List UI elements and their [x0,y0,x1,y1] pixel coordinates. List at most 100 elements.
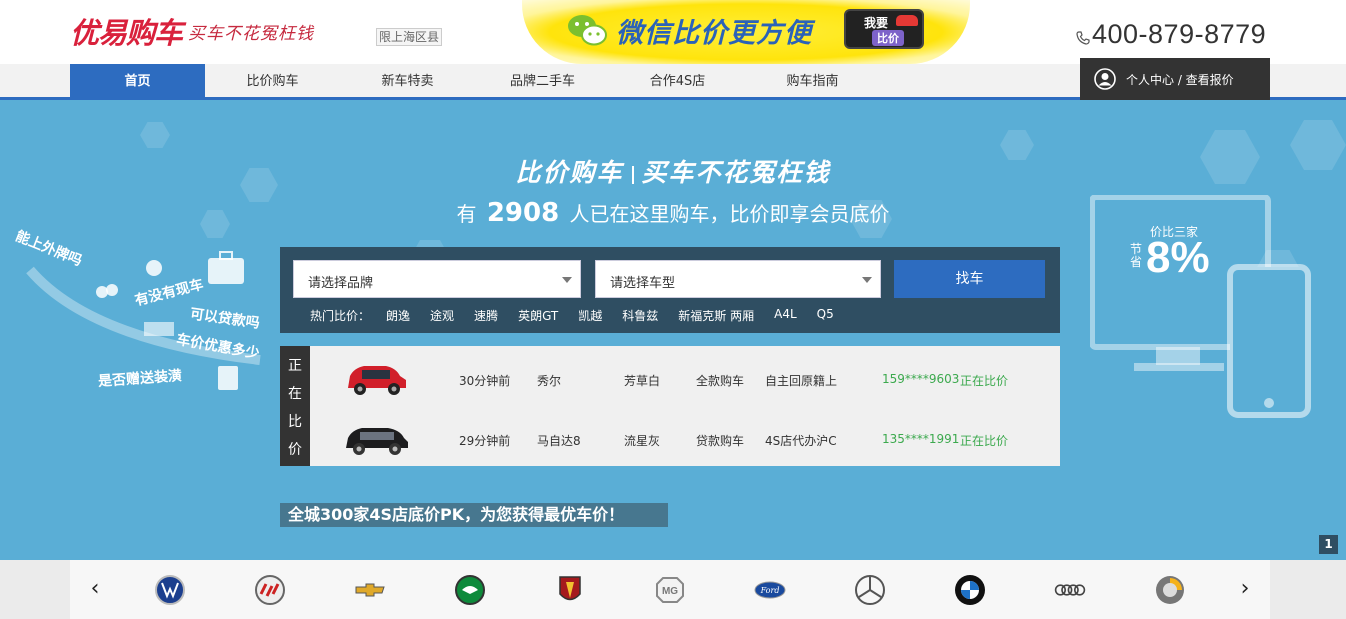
ticker-char: 在 [288,386,302,402]
slide-indicator[interactable]: 1 [1319,535,1338,554]
chevron-down-icon [862,277,872,283]
ticker-model: 马自达8 [537,434,581,448]
ticker-time: 30分钟前 [459,374,511,388]
ticker-color: 流星灰 [624,434,661,448]
monitor-percent: 8% [1146,233,1210,282]
user-icon [1094,68,1116,90]
nav-item-used-car[interactable]: 品牌二手车 [475,64,610,97]
chevron-down-icon [562,277,572,283]
user-center-label: 个人中心 / 查看报价 [1126,72,1234,87]
site-logo[interactable]: 优易购车 买车不花冤枉钱 [70,14,315,50]
ford-logo-icon[interactable]: Ford [754,574,786,606]
hot-item-excelle[interactable]: 凯越 [578,307,602,324]
model-select[interactable]: 请选择车型 [595,260,881,298]
logo-slogan: 买车不花冤枉钱 [188,23,315,44]
car-thumbnail [348,366,406,395]
ticker-status: 正在比价 [960,374,1009,388]
hot-item-tiguan[interactable]: 途观 [430,307,454,324]
hot-item-focus[interactable]: 新福克斯 两厢 [678,307,754,324]
buick-logo-icon[interactable] [254,574,286,606]
hero-sub-suffix: 人已在这里购车，比价即享会员底价 [569,202,890,226]
top-header: 优易购车 买车不花冤枉钱 限上海区县 微信比价更方便 我要 比价 400-879… [0,0,1346,64]
volkswagen-logo-icon[interactable] [154,574,186,606]
nav-item-new-car-sale[interactable]: 新车特卖 [340,64,475,97]
page: 优易购车 买车不花冤枉钱 限上海区县 微信比价更方便 我要 比价 400-879… [0,0,1346,619]
nav-item-4s-dealers[interactable]: 合作4S店 [610,64,745,97]
nav-item-home[interactable]: 首页 [70,64,205,97]
ticker-model: 秀尔 [537,374,562,388]
brand-select-placeholder: 请选择品牌 [308,276,374,291]
nav-item-compare[interactable]: 比价购车 [205,64,340,97]
hotline-number: 400-879-8779 [1092,18,1267,49]
hero-title: 比价购车 买车不花冤枉钱 [0,153,1346,189]
svg-text:MG: MG [662,586,678,597]
hero-title-right: 买车不花冤枉钱 [641,158,831,187]
ticker-phone: 159****9603 [882,372,960,386]
hero-slogan: 全城300家4S店底价PK，为您获得最优车价！ [280,503,668,527]
ticker-char: 比 [288,414,302,430]
ticker-note: 自主回原籍上 [765,374,838,388]
hero-banner: 比价购车 买车不花冤枉钱 有 2908 人已在这里购车，比价即享会员底价 能上外牌… [0,100,1346,560]
wechat-banner-text: 微信比价更方便 [616,18,812,49]
wechat-button-line2: 比价 [872,30,904,46]
wechat-banner[interactable]: 微信比价更方便 我要 比价 [522,0,970,64]
decor-hexagon [140,122,170,148]
ticker-time: 29分钟前 [459,434,511,448]
brand-select[interactable]: 请选择品牌 [293,260,581,298]
bmw-logo-icon[interactable] [954,574,986,606]
ticker-payment: 全款购车 [696,374,745,388]
hero-sub-prefix: 有 [456,202,477,226]
buyer-count: 2908 [486,198,560,228]
smart-logo-icon[interactable] [1154,574,1186,606]
region-tag: 限上海区县 [376,28,443,46]
mercedes-logo-icon[interactable] [854,574,886,606]
ticker-char: 正 [288,358,302,374]
hot-item-q5[interactable]: Q5 [817,307,834,324]
savings-graphic: 价比三家 节省 8% [1090,195,1320,425]
skoda-logo-icon[interactable] [454,574,486,606]
mg-logo-icon[interactable]: MG [654,574,686,606]
audi-logo-icon[interactable] [1054,574,1086,606]
monitor-save-label: 节省 [1130,242,1143,269]
ticker-row: 30分钟前 秀尔 芳草白 全款购车 自主回原籍上 159****9603 正在比… [310,348,1060,408]
roewe-logo-icon[interactable] [554,574,586,606]
user-center-button[interactable]: 个人中心 / 查看报价 [1080,58,1270,100]
hotline: 400-879-8779 [1076,18,1266,50]
ticker-phone: 135****1991 [882,432,960,446]
phone-icon [1076,31,1090,45]
hot-compare-label: 热门比价： [310,309,371,323]
hot-compare-list: 热门比价： 朗逸 途观 速腾 英朗GT 凯越 科鲁兹 新福克斯 两厢 A4L Q… [310,307,854,324]
ticker-note: 4S店代办沪C [765,434,837,448]
chevrolet-logo-icon[interactable] [354,574,386,606]
ticker-status: 正在比价 [960,434,1009,448]
carousel-next-button[interactable]: › [1235,577,1255,601]
wechat-button-line1: 我要 [864,16,889,30]
car-icon [896,15,918,26]
find-car-button[interactable]: 找车 [894,260,1045,298]
ticker-label: 正 在 比 价 [280,346,310,466]
brand-carousel-track: ‹ MG Ford › [70,560,1270,619]
svg-text:Ford: Ford [760,586,780,595]
hot-item-sagitar[interactable]: 速腾 [474,307,498,324]
wechat-icon [568,15,607,46]
logo-main-text: 优易购车 [70,16,183,50]
nav-item-buying-guide[interactable]: 购车指南 [745,64,880,97]
title-divider [631,165,634,184]
wechat-compare-button[interactable]: 我要 比价 [844,9,924,49]
faq-decoration: 能上外牌吗 有没有现车 可以贷款吗 车价优惠多少 是否赠送装潢 [10,228,280,400]
hot-item-a4l[interactable]: A4L [774,307,797,324]
carousel-prev-button[interactable]: ‹ [85,577,105,601]
ticker-char: 价 [288,442,302,458]
ticker-row: 29分钟前 马自达8 流星灰 贷款购车 4S店代办沪C 135****1991 … [310,408,1060,468]
ticker-payment: 贷款购车 [696,434,745,448]
brand-carousel: ‹ MG Ford › [0,560,1346,619]
hot-item-cruze[interactable]: 科鲁兹 [622,307,658,324]
hot-item-excelle-gt[interactable]: 英朗GT [518,307,558,324]
ticker-color: 芳草白 [624,374,661,388]
car-thumbnail [346,428,408,455]
hero-title-left: 比价购车 [515,158,624,187]
monitor-icon [1090,195,1311,418]
hot-item-lavida[interactable]: 朗逸 [386,307,410,324]
live-compare-ticker: 正 在 比 价 30分钟前 秀尔 芳草白 全款购车 自主回原籍上 159****… [280,346,1060,466]
car-search-panel: 请选择品牌 请选择车型 找车 热门比价： 朗逸 途观 速腾 英朗GT 凯越 科鲁… [280,247,1060,333]
